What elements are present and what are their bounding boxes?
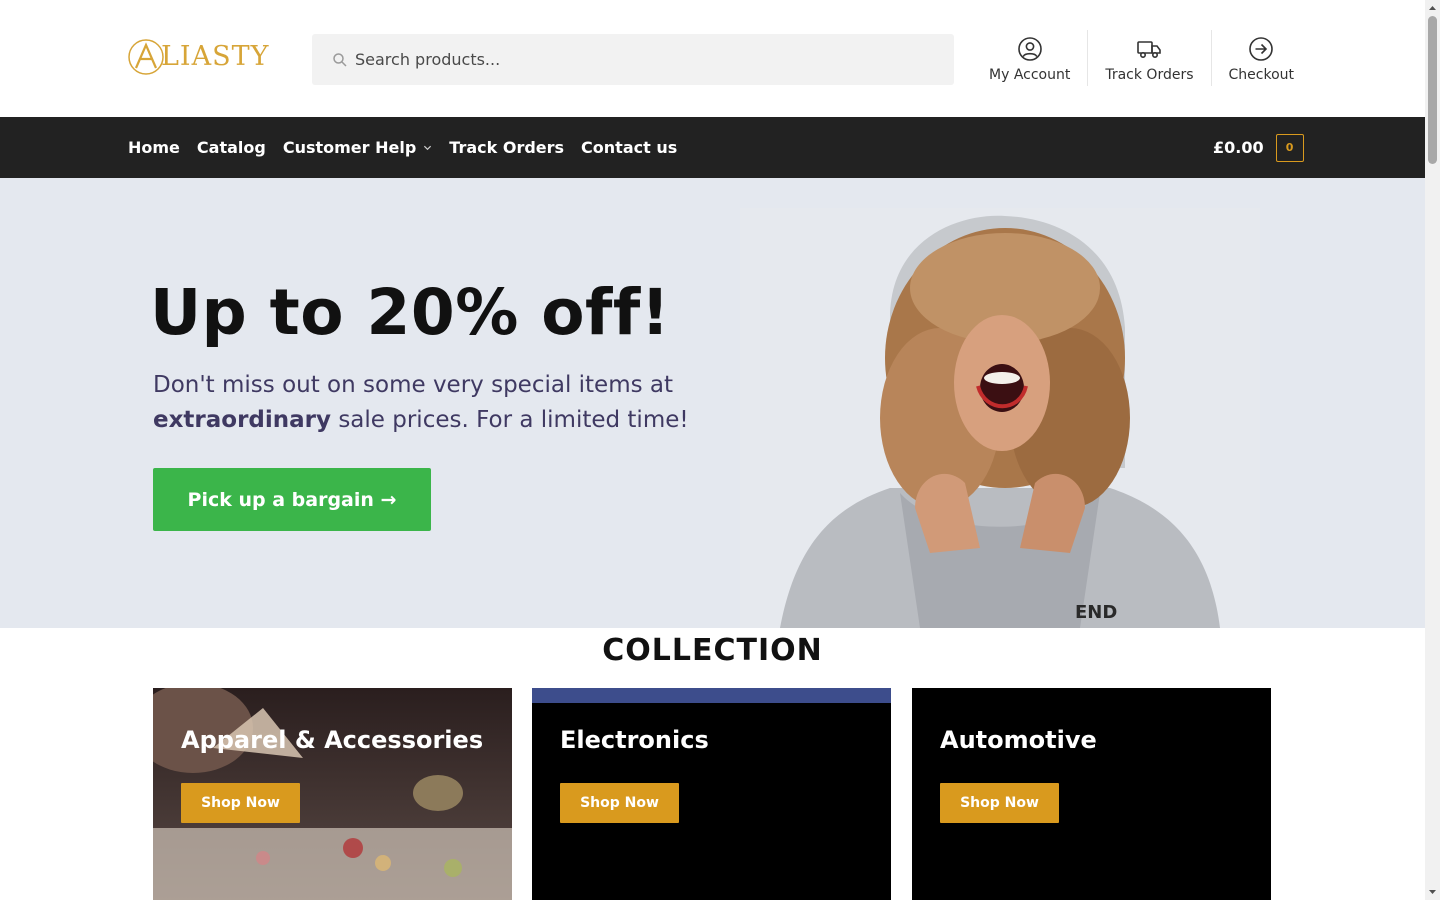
collection-card-apparel[interactable]: Apparel & Accessories Shop Now [153, 688, 512, 900]
page-scrollbar[interactable] [1425, 0, 1440, 900]
search-icon [333, 53, 347, 67]
truck-icon [1137, 41, 1162, 58]
nav-menu: Home Catalog Customer Help Track Orders … [128, 117, 694, 178]
hero-text-before: Don't miss out on some very special item… [153, 372, 674, 398]
shop-now-button[interactable]: Shop Now [181, 783, 300, 823]
checkout-label: Checkout [1228, 67, 1295, 83]
main-navigation: Home Catalog Customer Help Track Orders … [0, 117, 1425, 178]
track-orders-link[interactable]: Track Orders [1087, 30, 1210, 86]
checkout-link[interactable]: Checkout [1210, 30, 1312, 86]
collection-card-automotive[interactable]: Automotive Shop Now [912, 688, 1271, 900]
hero-banner: Up to 20% off! Don't miss out on some ve… [0, 178, 1425, 628]
chevron-down-icon [424, 145, 432, 151]
site-header: LIASTY My Account Track Orders [0, 0, 1425, 117]
nav-item-catalog[interactable]: Catalog [197, 138, 266, 157]
header-links: My Account Track Orders Checkout [972, 30, 1311, 86]
logo-text: LIASTY [161, 41, 270, 72]
cart-summary[interactable]: £0.00 0 [1213, 117, 1304, 178]
my-account-link[interactable]: My Account [972, 30, 1087, 86]
scrollbar-thumb[interactable] [1428, 16, 1437, 164]
nav-item-contact-us[interactable]: Contact us [581, 138, 677, 157]
user-circle-icon [1017, 37, 1042, 61]
electronics-card-image [532, 688, 891, 703]
collection-card-electronics[interactable]: Electronics Shop Now [532, 688, 891, 900]
card-title: Automotive [940, 726, 1097, 754]
nav-item-home[interactable]: Home [128, 138, 180, 157]
card-title: Apparel & Accessories [181, 726, 484, 754]
hero-text-bold: extraordinary [153, 407, 332, 433]
cart-total: £0.00 [1213, 138, 1264, 157]
pick-up-bargain-button[interactable]: Pick up a bargain → [153, 468, 431, 531]
search-bar [312, 34, 954, 85]
hero-title: Up to 20% off! [150, 276, 671, 349]
hero-model-image: END [740, 208, 1260, 628]
hero-text-after: sale prices. For a limited time! [331, 407, 689, 433]
search-input[interactable] [312, 34, 954, 85]
cart-count-badge: 0 [1275, 133, 1304, 162]
hero-description: Don't miss out on some very special item… [153, 368, 713, 438]
nav-item-customer-help-label: Customer Help [282, 138, 417, 157]
shop-now-button[interactable]: Shop Now [940, 783, 1059, 823]
site-logo[interactable]: LIASTY [127, 38, 269, 76]
collection-heading: COLLECTION [602, 633, 823, 668]
scroll-down-arrow-icon[interactable] [1428, 888, 1437, 896]
card-title: Electronics [560, 726, 709, 754]
shop-now-button[interactable]: Shop Now [560, 783, 679, 823]
nav-item-track-orders[interactable]: Track Orders [449, 138, 564, 157]
logo-icon [128, 39, 164, 75]
my-account-label: My Account [989, 67, 1071, 83]
arrow-circle-right-icon [1249, 37, 1274, 61]
track-orders-label: Track Orders [1105, 67, 1194, 83]
svg-text:END: END [1075, 602, 1117, 623]
scroll-up-arrow-icon[interactable] [1428, 4, 1437, 12]
nav-item-customer-help[interactable]: Customer Help [283, 138, 432, 157]
